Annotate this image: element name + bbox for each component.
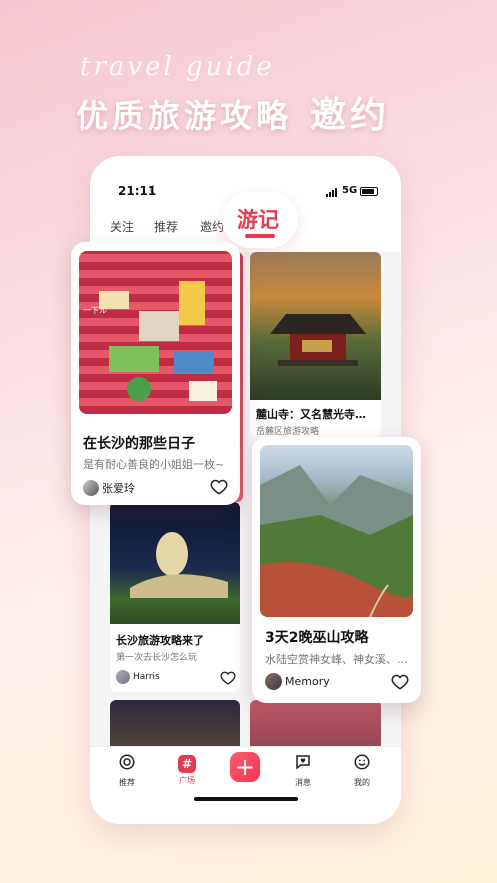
heart-icon[interactable] [220, 670, 236, 686]
tab-follow[interactable]: 关注 [110, 218, 134, 235]
smile-icon [354, 754, 370, 770]
nav-square[interactable]: # 广场 [167, 753, 207, 786]
nav-label: 消息 [295, 778, 311, 787]
floating-card-subtitle: 是有耐心善良的小姐姐一枚~ [83, 458, 225, 471]
floating-card-author[interactable]: 张爱玲 [83, 480, 135, 496]
author-name: 张爱玲 [102, 482, 135, 495]
avatar [83, 480, 99, 496]
banner-script-title: travel guide [80, 52, 275, 82]
avatar [116, 670, 130, 684]
hashtag-icon: # [178, 755, 196, 773]
picnic-image-text: 一下ル [83, 306, 107, 315]
battery-icon [360, 187, 378, 196]
feed-card-title: 长沙旅游攻略来了 [116, 634, 204, 647]
feed-card-author[interactable]: Harris [116, 670, 160, 684]
tab-travelogue[interactable]: 游记 [222, 192, 298, 248]
nav-label: 广场 [179, 776, 195, 785]
mountain-image [260, 445, 413, 617]
bottom-nav: 推荐 # 广场 + 消息 我的 [90, 746, 401, 824]
banner-title: 优质旅游攻略 邀约 [76, 86, 390, 138]
network-label: 5G [342, 185, 358, 196]
nav-recommend[interactable]: 推荐 [107, 753, 147, 788]
banner-title-emphasis: 邀约 [310, 95, 391, 136]
floating-card-author[interactable]: Memory [265, 673, 330, 690]
camera-icon [119, 754, 135, 770]
avatar [265, 673, 282, 690]
plus-icon[interactable]: + [230, 752, 260, 782]
heart-icon[interactable] [391, 673, 409, 691]
floating-card-changsha[interactable]: 一下ル 在长沙的那些日子 是有耐心善良的小姐姐一枚~ 张爱玲 [71, 242, 240, 505]
home-indicator [194, 797, 298, 801]
tab-active-indicator [245, 234, 275, 238]
banner-title-main: 优质旅游攻略 [76, 97, 293, 135]
feed-card-subtitle: 岳麓区旅游攻略 [256, 427, 320, 437]
temple-image [250, 252, 381, 400]
floating-card-title: 在长沙的那些日子 [83, 436, 195, 452]
floating-card-subtitle: 水陆空赏神女峰、神女溪、… [265, 653, 408, 666]
message-heart-icon [296, 755, 310, 770]
nav-label: 推荐 [119, 778, 135, 787]
nav-me[interactable]: 我的 [342, 753, 382, 788]
floating-card-wushan[interactable]: 3天2晚巫山攻略 水陆空赏神女峰、神女溪、… Memory [252, 437, 421, 703]
feed-card-temple[interactable]: 麓山寺：又名慧光寺… 岳麓区旅游攻略 [250, 252, 381, 437]
tab-invite[interactable]: 邀约 [200, 218, 224, 235]
feed-card-statue[interactable]: 长沙旅游攻略来了 第一次去长沙怎么玩 Harris [110, 502, 240, 692]
floating-card-title: 3天2晚巫山攻略 [265, 630, 369, 646]
moon-icon: ☾ [149, 185, 158, 196]
tab-travelogue-label: 游记 [237, 208, 279, 232]
nav-messages[interactable]: 消息 [283, 753, 323, 788]
heart-icon[interactable] [210, 478, 228, 496]
feed-card-title: 麓山寺：又名慧光寺… [256, 408, 366, 421]
signal-icon [326, 188, 337, 197]
statue-image [110, 502, 240, 624]
feed-card-subtitle: 第一次去长沙怎么玩 [116, 653, 198, 663]
author-name: Harris [133, 672, 160, 682]
picnic-image: 一下ル [79, 251, 232, 414]
nav-label: 我的 [354, 778, 370, 787]
author-name: Memory [285, 675, 330, 688]
tab-recommend[interactable]: 推荐 [154, 218, 178, 235]
